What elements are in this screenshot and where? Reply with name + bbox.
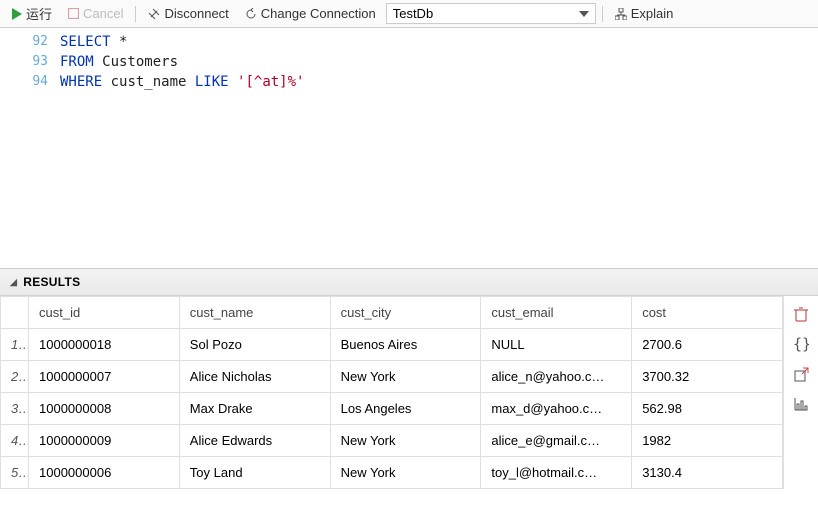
disconnect-label: Disconnect xyxy=(164,6,228,21)
play-icon xyxy=(12,8,22,20)
database-select[interactable]: TestDb xyxy=(386,3,596,24)
column-header[interactable]: cust_city xyxy=(330,297,481,329)
table-row[interactable]: 21000000007Alice NicholasNew Yorkalice_n… xyxy=(1,361,783,393)
cell[interactable]: New York xyxy=(330,425,481,457)
explain-label: Explain xyxy=(631,6,674,21)
separator xyxy=(135,6,136,22)
chart-icon[interactable] xyxy=(793,396,809,412)
cell[interactable]: 1000000006 xyxy=(29,457,180,489)
refresh-icon xyxy=(245,8,257,20)
column-header[interactable]: cost xyxy=(632,297,783,329)
cell[interactable]: New York xyxy=(330,361,481,393)
row-number: 3 xyxy=(1,393,29,425)
cell[interactable]: Alice Edwards xyxy=(179,425,330,457)
change-connection-button[interactable]: Change Connection xyxy=(239,4,382,23)
cell[interactable]: alice_n@yahoo.c… xyxy=(481,361,632,393)
cancel-button[interactable]: Cancel xyxy=(62,4,129,23)
cell[interactable]: toy_l@hotmail.c… xyxy=(481,457,632,489)
row-number: 4 xyxy=(1,425,29,457)
results-panel: ◢ RESULTS cust_idcust_namecust_citycust_… xyxy=(0,268,818,489)
cell[interactable]: 1000000007 xyxy=(29,361,180,393)
collapse-icon: ◢ xyxy=(10,277,17,288)
code-line: 93FROM Customers xyxy=(0,52,818,72)
row-number: 1 xyxy=(1,329,29,361)
stop-icon xyxy=(68,8,79,19)
cell[interactable]: 1000000008 xyxy=(29,393,180,425)
column-header[interactable]: cust_name xyxy=(179,297,330,329)
disconnect-icon xyxy=(148,8,160,20)
separator xyxy=(602,6,603,22)
line-number: 94 xyxy=(0,72,60,92)
svg-text:{}: {} xyxy=(793,336,809,352)
cell[interactable]: Max Drake xyxy=(179,393,330,425)
trash-icon[interactable] xyxy=(793,306,809,322)
cell[interactable]: alice_e@gmail.c… xyxy=(481,425,632,457)
table-row[interactable]: 11000000018Sol PozoBuenos AiresNULL2700.… xyxy=(1,329,783,361)
table-row[interactable]: 41000000009Alice EdwardsNew Yorkalice_e@… xyxy=(1,425,783,457)
results-header[interactable]: ◢ RESULTS xyxy=(0,269,818,296)
row-number-header xyxy=(1,297,29,329)
cell[interactable]: 1982 xyxy=(632,425,783,457)
column-header[interactable]: cust_id xyxy=(29,297,180,329)
change-connection-label: Change Connection xyxy=(261,6,376,21)
export-icon[interactable] xyxy=(793,366,809,382)
database-name: TestDb xyxy=(393,6,433,21)
cell[interactable]: 562.98 xyxy=(632,393,783,425)
row-number: 2 xyxy=(1,361,29,393)
run-label: 运行 xyxy=(26,4,52,23)
table-row[interactable]: 31000000008Max DrakeLos Angelesmax_d@yah… xyxy=(1,393,783,425)
results-grid[interactable]: cust_idcust_namecust_citycust_emailcost1… xyxy=(0,296,784,489)
chevron-down-icon xyxy=(579,11,589,17)
code-line: 94WHERE cust_name LIKE '[^at]%' xyxy=(0,72,818,92)
table-row[interactable]: 51000000006Toy LandNew Yorktoy_l@hotmail… xyxy=(1,457,783,489)
run-button[interactable]: 运行 xyxy=(6,2,58,25)
explain-icon xyxy=(615,8,627,20)
cancel-label: Cancel xyxy=(83,6,123,21)
toolbar: 运行 Cancel Disconnect Change Connection T… xyxy=(0,0,818,28)
row-number: 5 xyxy=(1,457,29,489)
column-header[interactable]: cust_email xyxy=(481,297,632,329)
cell[interactable]: 2700.6 xyxy=(632,329,783,361)
cell[interactable]: Toy Land xyxy=(179,457,330,489)
code-content[interactable]: FROM Customers xyxy=(60,52,178,72)
cell[interactable]: Buenos Aires xyxy=(330,329,481,361)
disconnect-button[interactable]: Disconnect xyxy=(142,4,234,23)
line-number: 93 xyxy=(0,52,60,72)
cell[interactable]: Sol Pozo xyxy=(179,329,330,361)
cell[interactable]: New York xyxy=(330,457,481,489)
results-title: RESULTS xyxy=(23,275,80,289)
code-line: 92SELECT * xyxy=(0,32,818,52)
sql-editor[interactable]: 92SELECT *93FROM Customers94WHERE cust_n… xyxy=(0,28,818,268)
cell[interactable]: 3700.32 xyxy=(632,361,783,393)
line-number: 92 xyxy=(0,32,60,52)
cell[interactable]: 1000000018 xyxy=(29,329,180,361)
code-content[interactable]: WHERE cust_name LIKE '[^at]%' xyxy=(60,72,304,92)
cell[interactable]: max_d@yahoo.c… xyxy=(481,393,632,425)
cell[interactable]: Alice Nicholas xyxy=(179,361,330,393)
cell[interactable]: 3130.4 xyxy=(632,457,783,489)
cell[interactable]: Los Angeles xyxy=(330,393,481,425)
json-braces-icon[interactable]: {} xyxy=(793,336,809,352)
cell[interactable]: 1000000009 xyxy=(29,425,180,457)
code-content[interactable]: SELECT * xyxy=(60,32,127,52)
explain-button[interactable]: Explain xyxy=(609,4,680,23)
cell[interactable]: NULL xyxy=(481,329,632,361)
results-side-toolbar: {} xyxy=(784,296,818,489)
